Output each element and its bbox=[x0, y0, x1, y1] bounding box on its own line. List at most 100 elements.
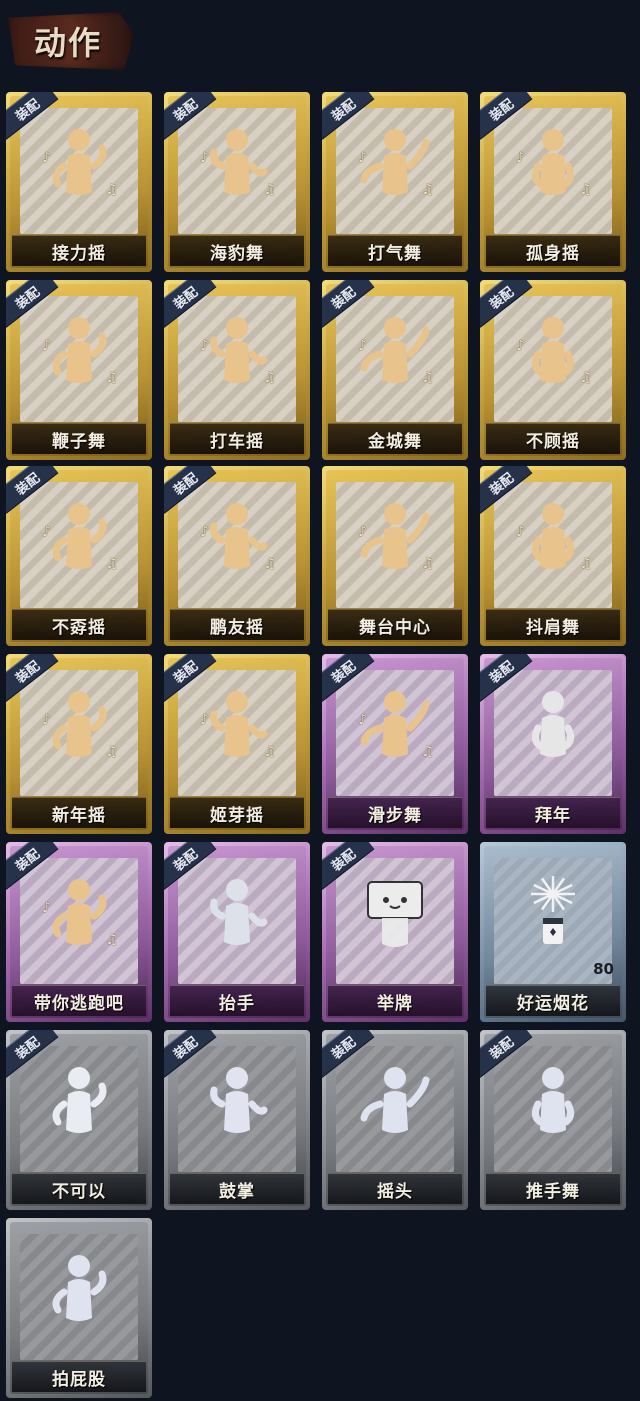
emote-name: 金城舞 bbox=[368, 431, 422, 452]
card-label-bar: 孤身摇 bbox=[486, 235, 620, 266]
emote-name: 拜年 bbox=[535, 805, 571, 826]
firework-icon bbox=[518, 872, 588, 952]
figure-clap-icon bbox=[202, 122, 272, 202]
emote-name: 海豹舞 bbox=[210, 243, 264, 264]
emote-name: 抖肩舞 bbox=[526, 617, 580, 638]
emote-card[interactable]: ♪ ♫ 装配 打气舞 bbox=[322, 92, 468, 272]
emote-card[interactable]: ♪ ♫ 装配 孤身摇 bbox=[480, 92, 626, 272]
figure-greet-icon bbox=[518, 684, 588, 764]
music-note-icon: ♫ bbox=[579, 370, 592, 386]
emote-card[interactable]: 装配 拜年 bbox=[480, 654, 626, 834]
emote-grid: ♪ ♫ 装配 接力摇 ♪ ♫ 装配 海豹舞 ♪ ♫ 装配 打气舞 ♪ ♫ 装配 孤身摇 ♪ ♫ 装配 鞭子舞 … bbox=[0, 0, 640, 1401]
card-label-bar: 不孬摇 bbox=[12, 609, 146, 640]
music-note-icon: ♫ bbox=[263, 182, 276, 198]
card-label-bar: 带你逃跑吧 bbox=[12, 985, 146, 1016]
emote-card[interactable]: ♪ ♫ 舞台中心 bbox=[322, 466, 468, 646]
emote-card[interactable]: 装配 摇头 bbox=[322, 1030, 468, 1210]
card-label-bar: 举牌 bbox=[328, 985, 462, 1016]
card-label-bar: 好运烟花 bbox=[486, 985, 620, 1016]
emote-name: 舞台中心 bbox=[359, 617, 431, 638]
emote-card[interactable]: 装配 举牌 bbox=[322, 842, 468, 1022]
head-shake-icon bbox=[360, 1060, 430, 1140]
finger-wag-icon bbox=[44, 1060, 114, 1140]
music-note-icon: ♫ bbox=[579, 182, 592, 198]
music-note-icon: ♫ bbox=[421, 370, 434, 386]
emote-card[interactable]: ♪ ♫ 装配 海豹舞 bbox=[164, 92, 310, 272]
emote-name: 鞭子舞 bbox=[52, 431, 106, 452]
butt-pat-icon bbox=[44, 1248, 114, 1328]
emote-card[interactable]: ♪ ♫ 装配 鞭子舞 bbox=[6, 280, 152, 460]
emote-card[interactable]: ♪ ♫ 装配 滑步舞 bbox=[322, 654, 468, 834]
card-label-bar: 推手舞 bbox=[486, 1173, 620, 1204]
emote-card[interactable]: ♪ ♫ 装配 接力摇 bbox=[6, 92, 152, 272]
figure-slide-icon bbox=[360, 684, 430, 764]
sign-hold-icon bbox=[360, 872, 430, 952]
emote-card[interactable]: ♪ ♫ 装配 鹏友摇 bbox=[164, 466, 310, 646]
item-count: 80 bbox=[593, 960, 614, 978]
card-label-bar: 不顾摇 bbox=[486, 423, 620, 454]
emote-name: 打气舞 bbox=[368, 243, 422, 264]
emote-name: 不顾摇 bbox=[526, 431, 580, 452]
music-note-icon: ♪ bbox=[358, 150, 367, 166]
music-note-icon: ♪ bbox=[42, 338, 51, 354]
emote-card[interactable]: 装配 不可以 bbox=[6, 1030, 152, 1210]
push-hands-icon bbox=[518, 1060, 588, 1140]
emote-card[interactable]: 80 好运烟花 bbox=[480, 842, 626, 1022]
music-note-icon: ♪ bbox=[42, 712, 51, 728]
card-label-bar: 海豹舞 bbox=[170, 235, 304, 266]
music-note-icon: ♫ bbox=[105, 744, 118, 760]
emote-name: 鼓掌 bbox=[219, 1181, 255, 1202]
emote-name: 孤身摇 bbox=[526, 243, 580, 264]
music-note-icon: ♪ bbox=[200, 150, 209, 166]
emote-name: 打车摇 bbox=[210, 431, 264, 452]
emote-card[interactable]: 装配 鼓掌 bbox=[164, 1030, 310, 1210]
card-label-bar: 鼓掌 bbox=[170, 1173, 304, 1204]
emote-card[interactable]: 拍屁股 bbox=[6, 1218, 152, 1398]
music-note-icon: ♫ bbox=[421, 744, 434, 760]
card-label-bar: 接力摇 bbox=[12, 235, 146, 266]
emote-card[interactable]: ♪ ♫ 装配 不孬摇 bbox=[6, 466, 152, 646]
figure-taxi-icon bbox=[202, 310, 272, 390]
emote-card[interactable]: ♪ ♫ 装配 抖肩舞 bbox=[480, 466, 626, 646]
emote-name: 推手舞 bbox=[526, 1181, 580, 1202]
figure-whip-icon bbox=[44, 310, 114, 390]
emote-name: 鹏友摇 bbox=[210, 617, 264, 638]
figure-wave-icon bbox=[360, 310, 430, 390]
music-note-icon: ♪ bbox=[516, 150, 525, 166]
card-label-bar: 抬手 bbox=[170, 985, 304, 1016]
card-label-bar: 摇头 bbox=[328, 1173, 462, 1204]
music-note-icon: ♪ bbox=[42, 524, 51, 540]
music-note-icon: ♫ bbox=[263, 556, 276, 572]
emote-name: 抬手 bbox=[219, 993, 255, 1014]
emote-card[interactable]: 装配 推手舞 bbox=[480, 1030, 626, 1210]
emote-name: 不孬摇 bbox=[52, 617, 106, 638]
emote-card[interactable]: ♪ ♫ 装配 不顾摇 bbox=[480, 280, 626, 460]
emote-card[interactable]: ♪ ♫ 装配 金城舞 bbox=[322, 280, 468, 460]
music-note-icon: ♪ bbox=[358, 524, 367, 540]
music-note-icon: ♪ bbox=[200, 712, 209, 728]
card-label-bar: 拜年 bbox=[486, 797, 620, 828]
clap-hands-icon bbox=[202, 1060, 272, 1140]
emote-card[interactable]: 装配 抬手 bbox=[164, 842, 310, 1022]
music-note-icon: ♪ bbox=[42, 150, 51, 166]
music-note-icon: ♫ bbox=[105, 556, 118, 572]
emote-name: 拍屁股 bbox=[52, 1369, 106, 1390]
music-note-icon: ♫ bbox=[421, 556, 434, 572]
card-label-bar: 抖肩舞 bbox=[486, 609, 620, 640]
music-note-icon: ♫ bbox=[263, 744, 276, 760]
emote-card[interactable]: ♪ ♫ 装配 姬芽摇 bbox=[164, 654, 310, 834]
music-note-icon: ♫ bbox=[105, 932, 118, 948]
emote-card[interactable]: ♪ ♫ 装配 带你逃跑吧 bbox=[6, 842, 152, 1022]
emote-card[interactable]: ♪ ♫ 装配 打车摇 bbox=[164, 280, 310, 460]
music-note-icon: ♫ bbox=[579, 556, 592, 572]
figure-shrug-icon bbox=[518, 496, 588, 576]
figure-newyear-icon bbox=[44, 684, 114, 764]
music-note-icon: ♫ bbox=[105, 370, 118, 386]
card-label-bar: 鹏友摇 bbox=[170, 609, 304, 640]
music-note-icon: ♫ bbox=[421, 182, 434, 198]
emote-card[interactable]: ♪ ♫ 装配 新年摇 bbox=[6, 654, 152, 834]
emote-name: 姬芽摇 bbox=[210, 805, 264, 826]
card-label-bar: 滑步舞 bbox=[328, 797, 462, 828]
emote-name: 举牌 bbox=[377, 993, 413, 1014]
emote-name: 好运烟花 bbox=[517, 993, 589, 1014]
